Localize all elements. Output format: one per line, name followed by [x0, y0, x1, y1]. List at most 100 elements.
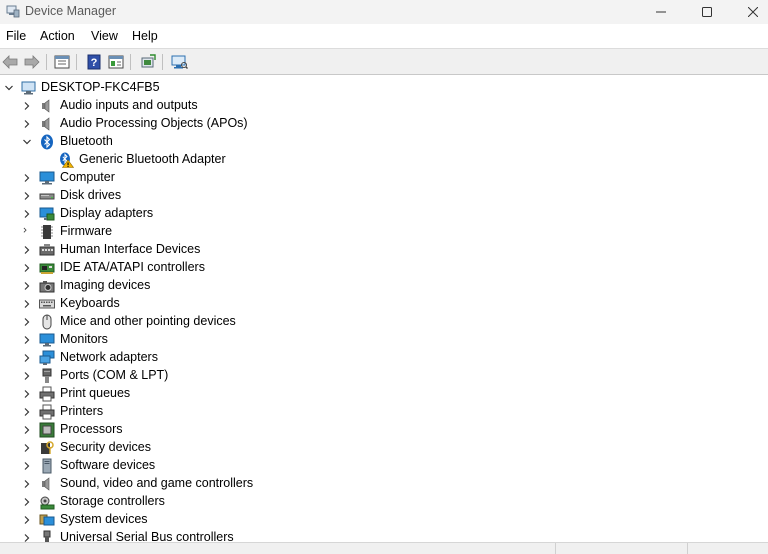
chevron-right-icon[interactable] [22, 101, 32, 111]
tree-item-label: System devices [60, 512, 148, 526]
tree-item-computer[interactable]: Computer [0, 169, 768, 187]
chevron-right-icon[interactable] [22, 515, 32, 525]
scan-hardware-button[interactable] [169, 53, 189, 71]
chevron-right-icon[interactable] [22, 443, 32, 453]
show-hide-console-tree-button[interactable] [106, 53, 126, 71]
scan-hardware-icon [171, 55, 188, 69]
bluetooth-icon [41, 134, 53, 150]
storage-controller-icon [40, 496, 55, 510]
chevron-right-icon[interactable] [22, 407, 32, 417]
tree-item-audio-inputs[interactable]: Audio inputs and outputs [0, 97, 768, 115]
chevron-right-icon[interactable] [22, 263, 32, 273]
tree-item-firmware[interactable]: Firmware [0, 223, 768, 241]
tree-item-ports[interactable]: Ports (COM & LPT) [0, 367, 768, 385]
toolbar-separator [130, 54, 131, 70]
tree-item-sound-video[interactable]: Sound, video and game controllers [0, 475, 768, 493]
tree-item-print-queues[interactable]: Print queues [0, 385, 768, 403]
hid-icon [39, 244, 55, 256]
chevron-right-icon[interactable] [22, 245, 32, 255]
chevron-down-icon[interactable] [22, 137, 32, 147]
port-icon [42, 368, 52, 383]
display-adapter-icon [39, 207, 55, 221]
system-devices-icon [39, 514, 55, 526]
close-icon [748, 7, 758, 17]
tree-item-label: Firmware [60, 224, 113, 238]
tree-item-bluetooth[interactable]: Bluetooth [0, 133, 768, 151]
tree-item-label: Display adapters [60, 206, 154, 220]
tree-item-processors[interactable]: Processors [0, 421, 768, 439]
tree-item-imaging[interactable]: Imaging devices [0, 277, 768, 295]
tree-item-monitors[interactable]: Monitors [0, 331, 768, 349]
device-manager-icon [6, 5, 20, 18]
chevron-right-icon[interactable] [22, 497, 32, 507]
tree-item-label: Network adapters [60, 350, 158, 364]
tree-item-storage-controllers[interactable]: Storage controllers [0, 493, 768, 511]
tree-item-disk-drives[interactable]: Disk drives [0, 187, 768, 205]
tree-item-label: Generic Bluetooth Adapter [79, 152, 226, 166]
back-button[interactable] [0, 53, 20, 71]
tree-item-security-devices[interactable]: Security devices [0, 439, 768, 457]
chevron-right-icon[interactable] [22, 173, 32, 183]
tree-item-keyboards[interactable]: Keyboards [0, 295, 768, 313]
menu-action[interactable]: Action [40, 29, 75, 43]
update-driver-button[interactable] [138, 53, 158, 71]
tree-item-label: Printers [60, 404, 104, 418]
computer-icon [39, 171, 55, 185]
tree-item-display-adapters[interactable]: Display adapters [0, 205, 768, 223]
forward-button[interactable] [22, 53, 42, 71]
software-device-icon [42, 458, 52, 474]
chevron-right-icon[interactable] [22, 461, 32, 471]
monitor-icon [39, 333, 55, 347]
menu-help[interactable]: Help [132, 29, 158, 43]
svg-text:?: ? [91, 57, 98, 69]
chevron-right-icon[interactable] [22, 209, 32, 219]
chevron-right-icon[interactable] [22, 479, 32, 489]
tree-item-software-devices[interactable]: Software devices [0, 457, 768, 475]
chevron-right-icon[interactable] [22, 335, 32, 345]
chevron-right-icon[interactable] [22, 353, 32, 363]
tree-item-mice[interactable]: Mice and other pointing devices [0, 313, 768, 331]
chevron-right-icon[interactable] [22, 533, 32, 542]
tree-item-system-devices[interactable]: System devices [0, 511, 768, 529]
tree-item-label: IDE ATA/ATAPI controllers [60, 260, 205, 274]
status-bar-segment [687, 543, 768, 554]
window-title: Device Manager [25, 4, 117, 18]
chevron-right-icon[interactable] [22, 227, 32, 237]
chevron-right-icon[interactable] [22, 317, 32, 327]
properties-button[interactable] [52, 53, 72, 71]
tree-root[interactable]: DESKTOP-FKC4FB5 [0, 79, 768, 97]
tree-item-hid[interactable]: Human Interface Devices [0, 241, 768, 259]
tree-item-ide[interactable]: IDE ATA/ATAPI controllers [0, 259, 768, 277]
tree-item-usb[interactable]: Universal Serial Bus controllers [0, 529, 768, 542]
forward-arrow-icon [24, 55, 40, 69]
tree-item-printers[interactable]: Printers [0, 403, 768, 421]
tree-item-label: Sound, video and game controllers [60, 476, 254, 490]
toolbar-separator [76, 54, 77, 70]
chevron-right-icon[interactable] [22, 281, 32, 291]
menu-bar: File Action View Help [0, 24, 768, 48]
back-arrow-icon [2, 55, 18, 69]
tree-item-label: Disk drives [60, 188, 122, 202]
chevron-right-icon[interactable] [22, 191, 32, 201]
menu-file[interactable]: File [6, 29, 26, 43]
status-bar-segment [555, 543, 687, 554]
menu-view[interactable]: View [91, 29, 118, 43]
chevron-right-icon[interactable] [22, 389, 32, 399]
tree-item-label: Human Interface Devices [60, 242, 201, 256]
tree-item-label: Bluetooth [60, 134, 113, 148]
chevron-right-icon[interactable] [22, 119, 32, 129]
network-adapter-icon [39, 350, 55, 365]
close-button[interactable] [730, 0, 768, 24]
minimize-button[interactable] [638, 0, 684, 24]
maximize-button[interactable] [684, 0, 730, 24]
tree-item-network-adapters[interactable]: Network adapters [0, 349, 768, 367]
chevron-down-icon[interactable] [4, 83, 14, 93]
help-button[interactable]: ? [84, 53, 104, 71]
tree-item-apos[interactable]: Audio Processing Objects (APOs) [0, 115, 768, 133]
tree-item-label: Universal Serial Bus controllers [60, 530, 234, 542]
chevron-right-icon[interactable] [22, 425, 32, 435]
chevron-right-icon[interactable] [22, 299, 32, 309]
chevron-right-icon[interactable] [22, 371, 32, 381]
tree-item-generic-bluetooth-adapter[interactable]: Generic Bluetooth Adapter [0, 151, 768, 169]
tree-item-label: Monitors [60, 332, 108, 346]
